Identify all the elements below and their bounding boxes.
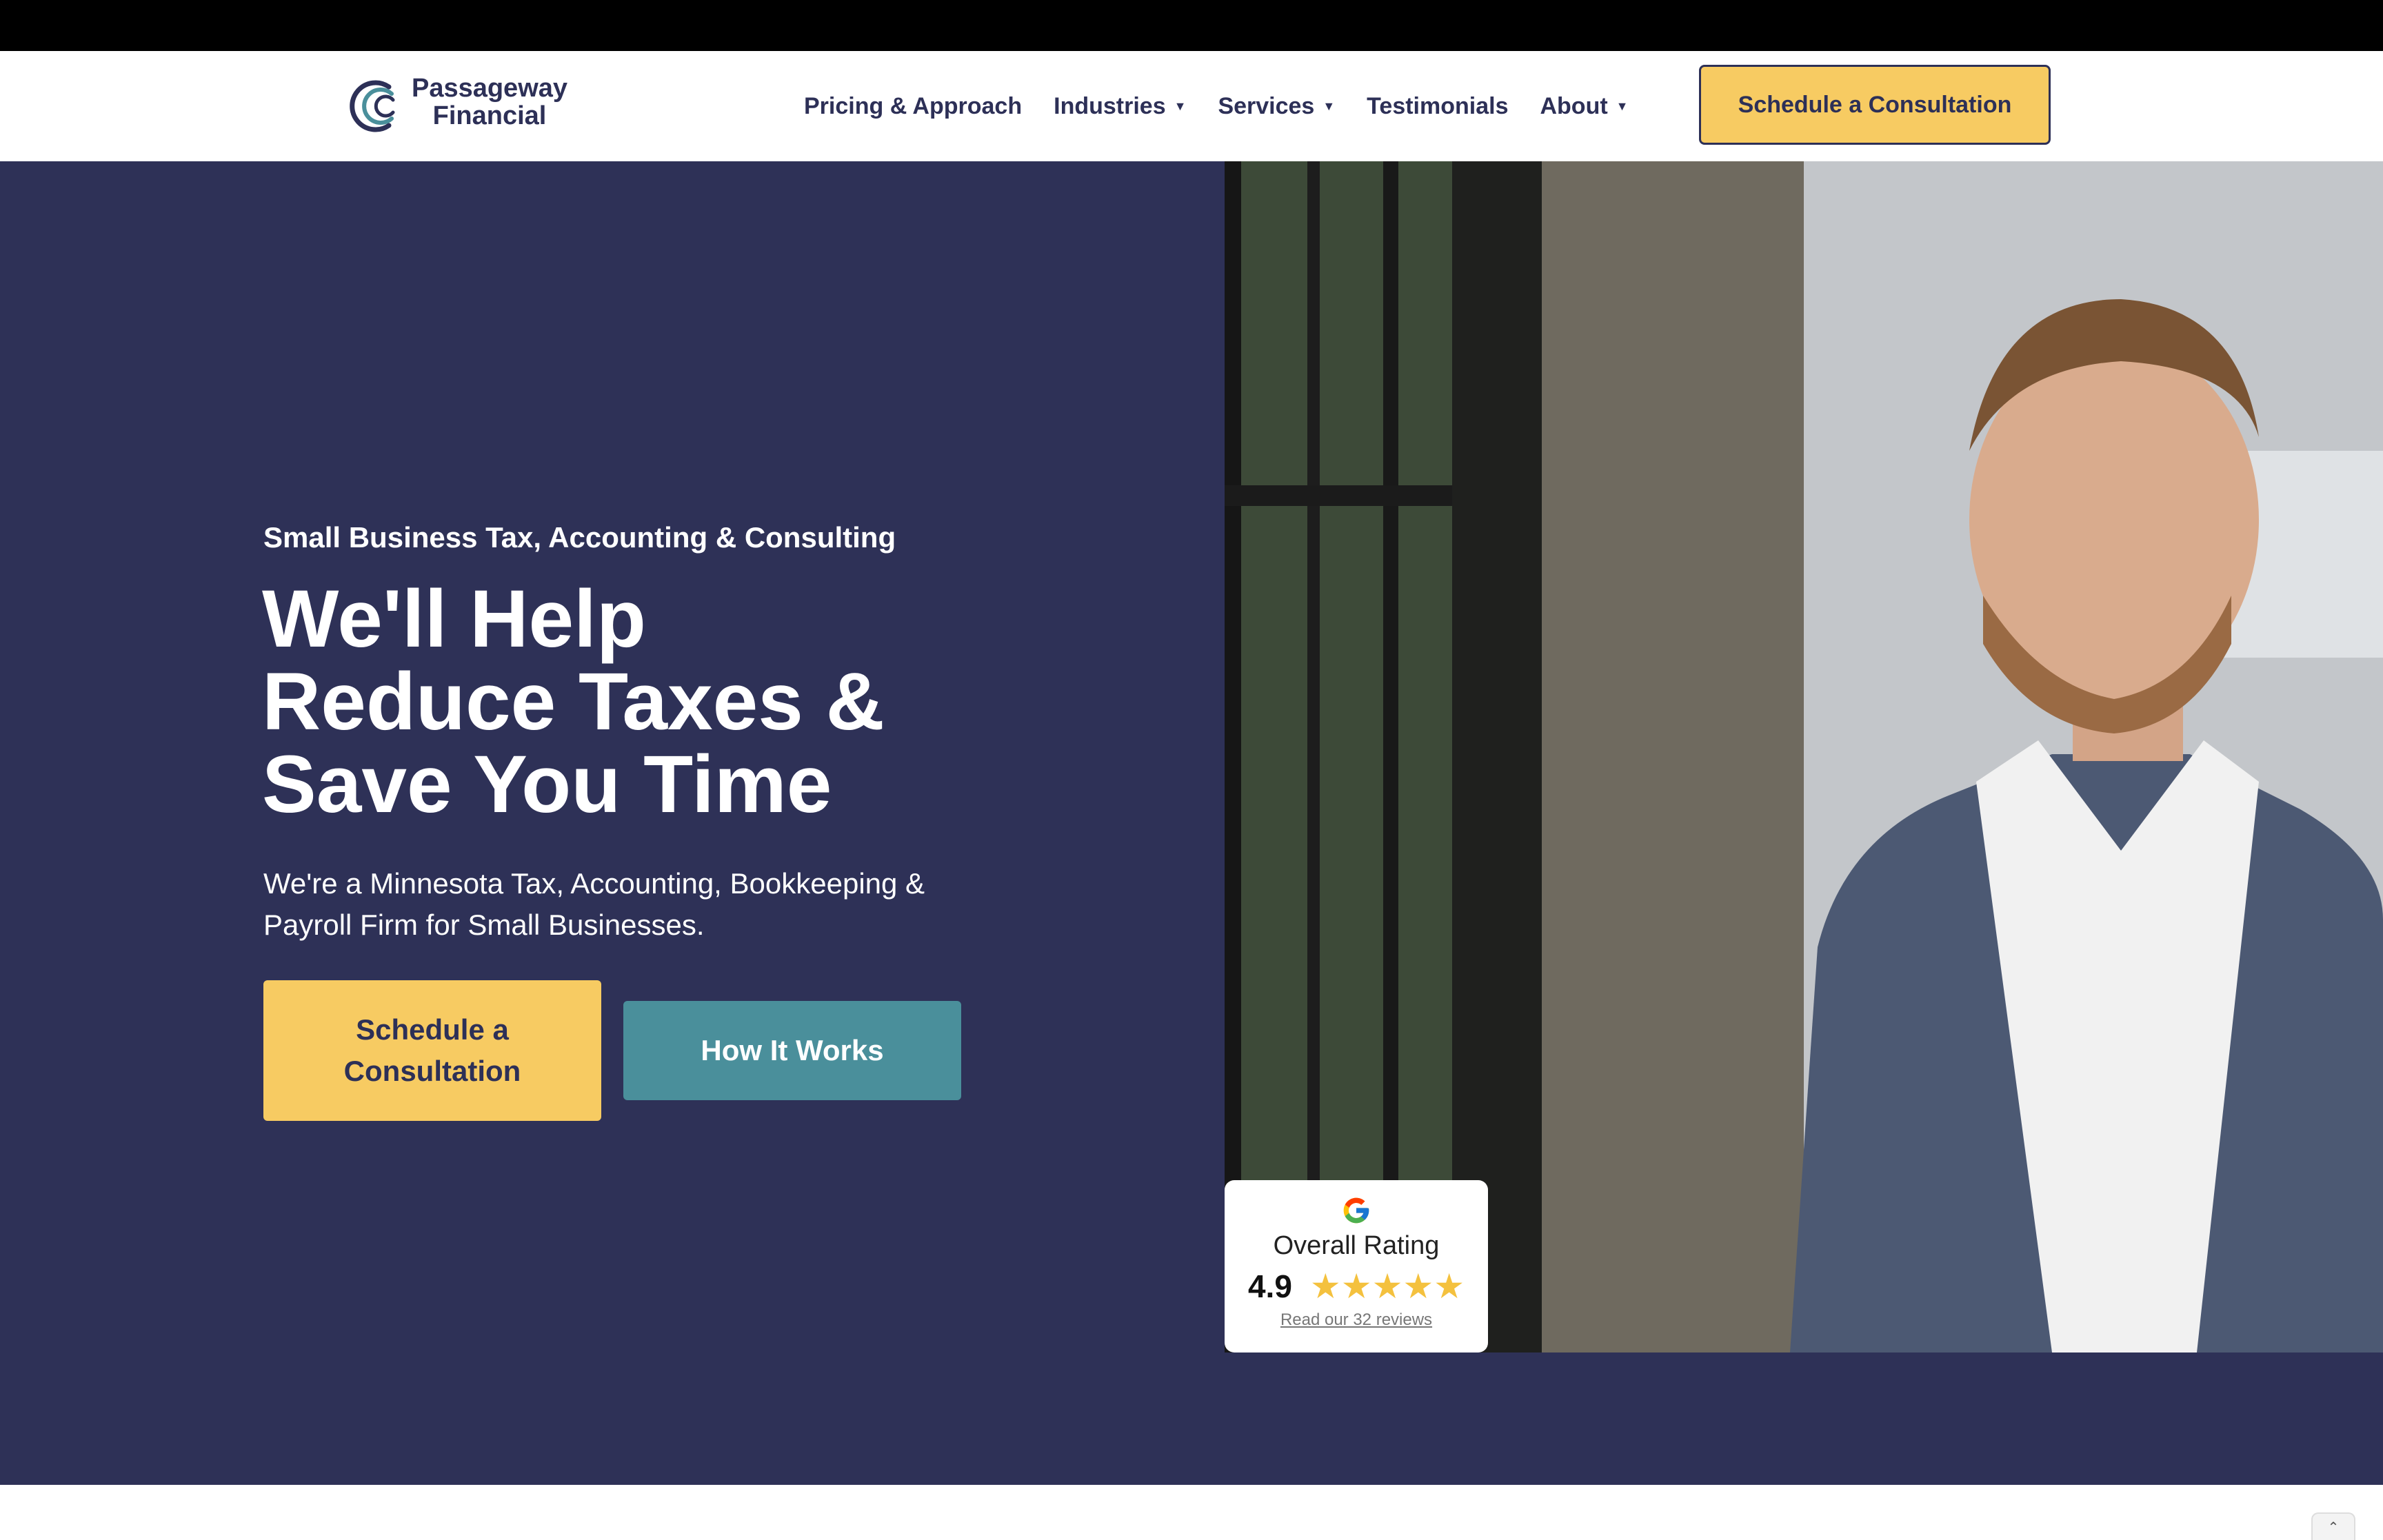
star-icon: ★ [1371,1267,1403,1306]
star-icon: ★ [1434,1267,1465,1306]
nav-about[interactable]: About ▼ [1540,93,1628,120]
schedule-consultation-button[interactable]: Schedule a Consultation [263,980,601,1121]
advisor-photo [1225,161,2383,1352]
rating-score: 4.9 [1247,1268,1292,1304]
hero-headline: We'll Help Reduce Taxes & Save You Time [262,574,885,830]
nav-label: About [1540,92,1608,119]
nav-label: Industries [1054,92,1166,119]
button-label: Schedule a Consultation [343,1013,521,1087]
how-it-works-button[interactable]: How It Works [623,1001,961,1100]
google-rating-card: Overall Rating 4.9 ★ ★ ★ ★ ★ Read our 32… [1225,1180,1488,1352]
caret-down-icon: ▼ [1323,99,1336,113]
caret-down-icon: ▼ [1174,99,1187,113]
swoosh-logo-icon [350,80,395,132]
star-icon: ★ [1402,1267,1434,1306]
google-icon [1343,1197,1369,1224]
header-schedule-button[interactable]: Schedule a Consultation [1699,65,2051,145]
hero-photo [1225,161,2383,1352]
star-rating: ★ ★ ★ ★ ★ [1310,1269,1465,1304]
site-header: Passageway Financial Pricing & Approach … [0,51,2383,161]
nav-label: Pricing & Approach [804,92,1023,119]
nav-testimonials[interactable]: Testimonials [1367,93,1508,120]
site-logo[interactable]: Passageway Financial [346,72,574,141]
main-menu: Pricing & Approach Industries ▼ Services… [804,51,1660,161]
star-icon: ★ [1340,1267,1372,1306]
rating-label: Overall Rating [1273,1231,1440,1260]
hero-section: Small Business Tax, Accounting & Consult… [0,161,2383,1485]
caret-down-icon: ▼ [1616,99,1629,113]
browser-top-bar [0,0,2383,51]
read-reviews-link[interactable]: Read our 32 reviews [1280,1310,1432,1330]
hero-eyebrow: Small Business Tax, Accounting & Consult… [263,521,896,554]
star-icon: ★ [1309,1267,1341,1306]
brand-line-1: Passageway [411,74,568,103]
nav-industries[interactable]: Industries ▼ [1054,93,1186,120]
brand-name: Passageway Financial [407,74,572,130]
nav-pricing-approach[interactable]: Pricing & Approach [804,93,1022,120]
hero-subheading: We're a Minnesota Tax, Accounting, Bookk… [263,867,925,941]
chevron-up-icon: ⌃ [2327,1519,2340,1535]
scroll-to-top-button[interactable]: ⌃ [2311,1512,2355,1540]
rating-row: 4.9 ★ ★ ★ ★ ★ [1248,1268,1465,1305]
nav-label: Testimonials [1367,92,1509,119]
nav-services[interactable]: Services ▼ [1218,93,1335,120]
nav-label: Services [1218,92,1315,119]
brand-line-2: Financial [432,101,547,130]
